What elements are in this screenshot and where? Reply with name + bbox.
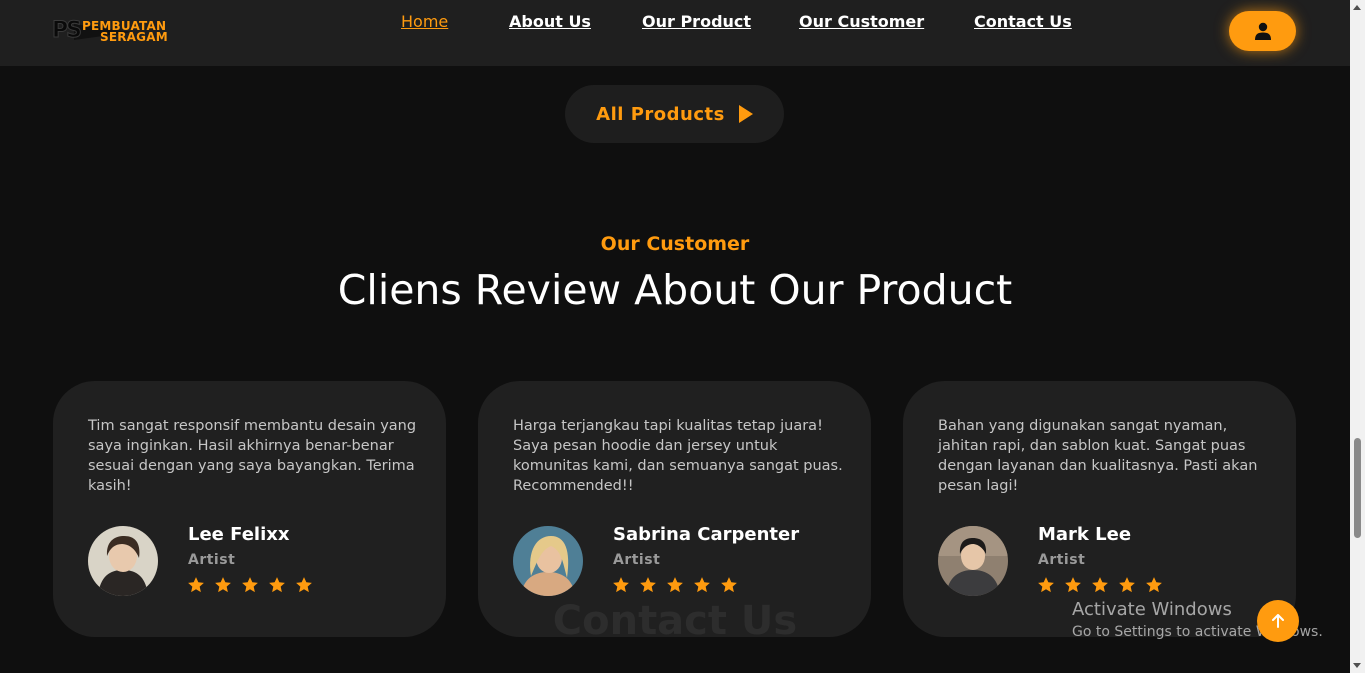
avatar bbox=[513, 526, 583, 596]
avatar bbox=[938, 526, 1008, 596]
arrow-up-icon bbox=[1272, 614, 1284, 628]
reviewer-name: Mark Lee bbox=[1038, 524, 1132, 545]
star-icon bbox=[1119, 577, 1135, 593]
nav-our-customer[interactable]: Our Customer bbox=[799, 12, 924, 31]
star-icon bbox=[694, 577, 710, 593]
star-icon bbox=[1038, 577, 1054, 593]
reviewer-role: Artist bbox=[188, 552, 236, 568]
reviewer-role: Artist bbox=[613, 552, 661, 568]
star-icon bbox=[1146, 577, 1162, 593]
star-icon bbox=[613, 577, 629, 593]
nav-our-product[interactable]: Our Product bbox=[642, 12, 751, 31]
all-products-button[interactable]: All Products bbox=[565, 85, 784, 143]
reviewer-name: Sabrina Carpenter bbox=[613, 524, 800, 545]
review-text: Bahan yang digunakan sangat nyaman, jahi… bbox=[938, 418, 1258, 494]
navbar: PS PEMBUATAN SERAGAM Home About Us Our P… bbox=[0, 0, 1350, 66]
scroll-down-arrow[interactable] bbox=[1353, 663, 1361, 668]
logo-mark: PS bbox=[52, 18, 83, 44]
star-icon bbox=[667, 577, 683, 593]
star-icon bbox=[1065, 577, 1081, 593]
scroll-to-top-button[interactable] bbox=[1257, 600, 1299, 642]
avatar bbox=[88, 526, 158, 596]
logo-word-2: SERAGAM bbox=[100, 30, 168, 44]
reviewer-name: Lee Felixx bbox=[188, 524, 290, 545]
star-icon bbox=[242, 577, 258, 593]
rating-stars bbox=[1037, 576, 1163, 594]
nav-contact-us[interactable]: Contact Us bbox=[974, 12, 1072, 31]
reviewer-role: Artist bbox=[1038, 552, 1086, 568]
scroll-up-arrow[interactable] bbox=[1353, 5, 1361, 10]
star-icon bbox=[640, 577, 656, 593]
scrollbar-thumb[interactable] bbox=[1354, 438, 1361, 538]
user-account-button[interactable] bbox=[1229, 11, 1296, 51]
section-subtitle: Our Customer bbox=[600, 233, 750, 255]
star-icon bbox=[215, 577, 231, 593]
star-icon bbox=[296, 577, 312, 593]
review-text: Harga terjangkau tapi kualitas tetap jua… bbox=[513, 418, 843, 494]
nav-about-us[interactable]: About Us bbox=[509, 12, 591, 31]
play-icon bbox=[738, 105, 753, 123]
page-scrollbar[interactable] bbox=[1350, 0, 1365, 673]
rating-stars bbox=[187, 576, 313, 594]
star-icon bbox=[269, 577, 285, 593]
all-products-label: All Products bbox=[596, 103, 725, 125]
nav-home[interactable]: Home bbox=[401, 12, 448, 31]
user-icon bbox=[1254, 22, 1271, 40]
star-icon bbox=[188, 577, 204, 593]
section-title: Cliens Review About Our Product bbox=[337, 266, 1013, 314]
star-icon bbox=[721, 577, 737, 593]
review-text: Tim sangat responsif membantu desain yan… bbox=[88, 418, 417, 494]
brand-logo[interactable]: PS PEMBUATAN SERAGAM bbox=[52, 17, 187, 47]
star-icon bbox=[1092, 577, 1108, 593]
rating-stars bbox=[612, 576, 738, 594]
